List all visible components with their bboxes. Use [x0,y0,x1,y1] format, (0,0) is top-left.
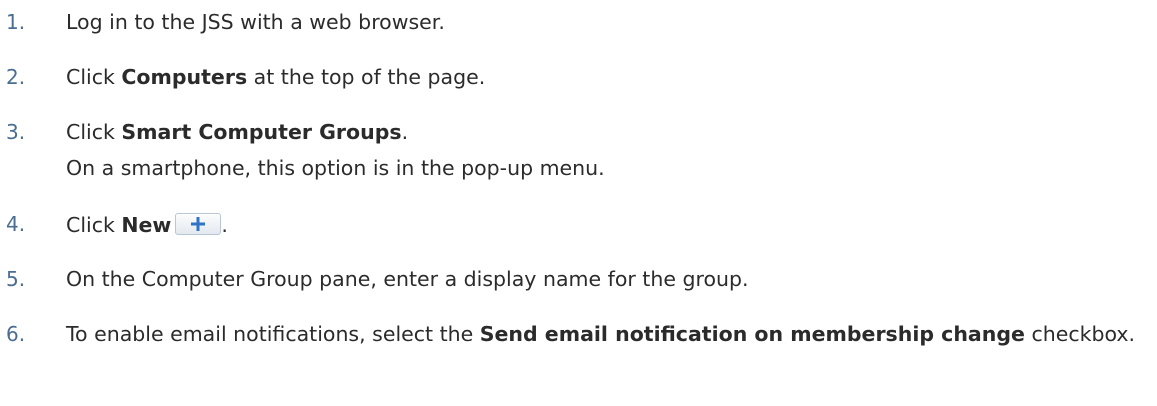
step-text-before: To enable email notifications, select th… [66,322,480,346]
step-note: On a smartphone, this option is in the p… [66,156,605,180]
step-text-before: Click [66,213,122,237]
step-text: Click New. [66,210,1149,239]
step-text-before: Click [66,65,122,89]
step-number: 2. [6,65,26,89]
ui-term-smart-computer-groups: Smart Computer Groups [121,120,402,144]
step-text: To enable email notifications, select th… [66,320,1149,348]
step-text-after: at the top of the page. [247,65,486,89]
procedure-steps: 1. Log in to the JSS with a web browser.… [0,0,1157,406]
step-text: Click Smart Computer Groups. [66,118,1149,146]
step-text: On the Computer Group pane, enter a disp… [66,267,749,291]
new-plus-button-image [175,213,222,235]
step-number: 5. [6,267,26,291]
step-text-after: . [401,120,409,144]
ui-term-computers: Computers [121,65,248,89]
step-text: Click Computers at the top of the page. [66,63,1149,91]
ui-term-send-email-notification: Send email notification on membership ch… [479,322,1025,346]
step-text-after: checkbox. [1024,322,1136,346]
step-number: 3. [6,120,26,144]
step-text-before: Click [66,120,122,144]
plus-icon [191,217,206,231]
step-number: 1. [6,10,26,34]
ui-term-new: New [121,213,172,237]
step-text: Log in to the JSS with a web browser. [66,10,445,34]
step-number: 6. [6,322,26,346]
step-text-after: . [221,213,228,237]
step-number: 4. [6,212,26,236]
